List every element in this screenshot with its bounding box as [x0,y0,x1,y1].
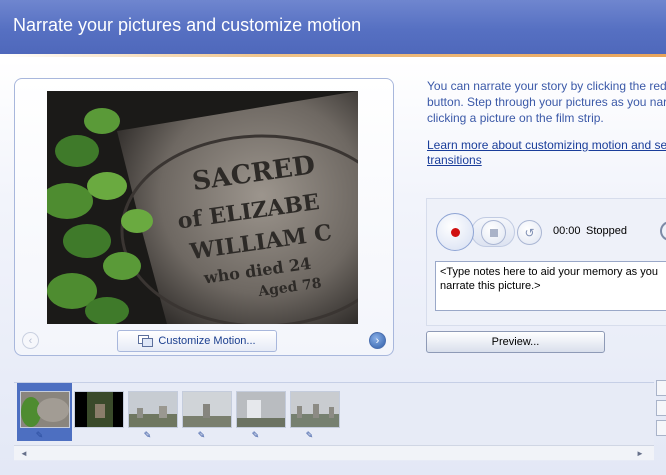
reset-button[interactable]: ↺ [517,220,542,245]
edit-icon[interactable]: ✎ [304,431,315,440]
filmstrip-thumb-2[interactable] [74,391,124,428]
picture-preview-panel: SACRED of ELIZABE WILLIAM C who died 24 … [14,78,394,356]
filmstrip-scrollbar[interactable]: ◄ ► [14,445,654,460]
filmstrip-thumb-6[interactable] [290,391,340,428]
header-divider [0,54,666,57]
next-picture-button[interactable]: › [369,332,386,349]
side-button[interactable] [656,420,666,436]
instruction-line: button. Step through your pictures as yo… [427,95,666,109]
filmstrip-thumb-4[interactable] [182,391,232,428]
record-button[interactable] [436,213,474,251]
record-icon [450,227,460,237]
learn-more-line: transitions [427,153,482,167]
narration-notes-input[interactable]: <Type notes here to aid your memory as y… [435,261,666,311]
edit-icon[interactable]: ✎ [196,431,207,440]
record-status: Stopped [586,225,627,237]
edit-icon[interactable]: ✎ [250,431,261,440]
scroll-left-icon[interactable]: ◄ [18,447,30,459]
side-button[interactable] [656,400,666,416]
learn-more-link[interactable]: Learn more about customizing motion and … [427,138,666,168]
filmstrip-thumb-1[interactable] [20,391,70,428]
wizard-header: Narrate your pictures and customize moti… [0,0,666,54]
learn-more-line: Learn more about customizing motion and … [427,138,666,152]
customize-motion-button[interactable]: Customize Motion... [117,330,277,352]
filmstrip-thumb-3[interactable] [128,391,178,428]
filmstrip-icon [138,335,154,347]
instruction-line: You can narrate your story by clicking t… [427,79,666,93]
customize-motion-label: Customize Motion... [158,335,256,347]
undo-icon: ↺ [524,225,535,240]
instruction-line: clicking a picture on the film strip. [427,111,604,125]
filmstrip-side-buttons [656,380,666,440]
gravestone-photo: SACRED of ELIZABE WILLIAM C who died 24 … [47,91,358,324]
narration-instructions: You can narrate your story by clicking t… [427,78,666,126]
picture-preview: SACRED of ELIZABE WILLIAM C who died 24 … [47,91,358,324]
preview-button[interactable]: Preview... [426,331,605,353]
side-button[interactable] [656,380,666,396]
page-title: Narrate your pictures and customize moti… [13,15,362,35]
filmstrip-thumb-5[interactable] [236,391,286,428]
stop-icon [489,228,498,237]
narration-recorder: ↺ 00:00 Stopped <Type notes here to aid … [426,198,666,326]
previous-picture-button[interactable]: ‹ [22,332,39,349]
stop-button[interactable] [481,220,506,245]
scroll-right-icon[interactable]: ► [634,447,646,459]
edit-icon[interactable]: ✎ [142,431,153,440]
edit-icon[interactable]: ✎ [34,431,45,440]
record-time: 00:00 [553,225,581,237]
